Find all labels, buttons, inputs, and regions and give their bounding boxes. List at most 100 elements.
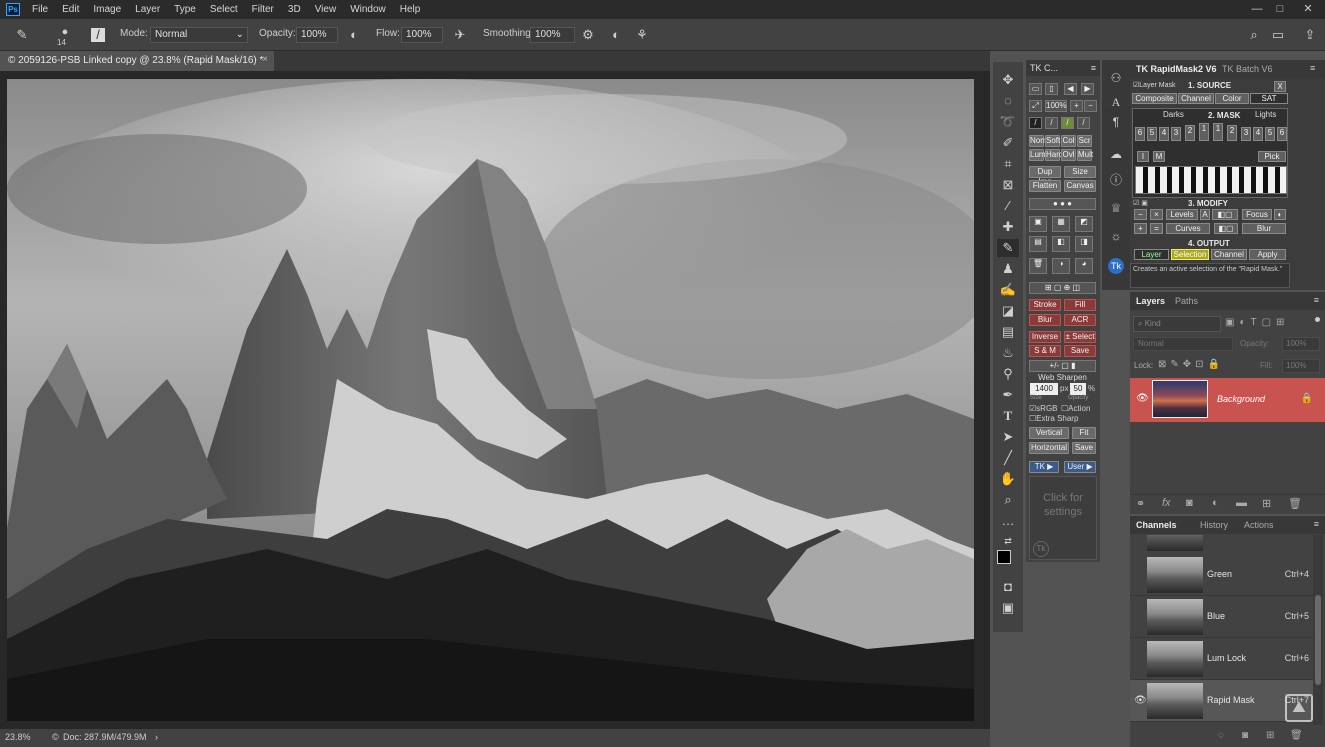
layer-icon-6[interactable]: ◨	[1075, 236, 1093, 252]
trash-icon[interactable]: 🗑	[1288, 497, 1302, 510]
layer-icon-5[interactable]: ◧	[1052, 236, 1070, 252]
history-brush-icon[interactable]: ✍	[997, 281, 1019, 299]
image-canvas[interactable]	[7, 79, 974, 721]
load-selection-icon[interactable]: ◌	[1218, 730, 1224, 741]
save-selection-icon[interactable]: ◙	[1242, 730, 1248, 741]
dark-1[interactable]: 1	[1199, 123, 1209, 141]
minimize-icon[interactable]: —	[1245, 0, 1269, 19]
close-tab-icon[interactable]: ×	[262, 54, 268, 65]
black-brush-icon[interactable]: /	[1029, 117, 1042, 129]
layer-icon-1[interactable]: ▣	[1029, 216, 1047, 232]
folder-icon[interactable]: ▬	[1236, 497, 1247, 509]
paragraph-icon[interactable]: ¶	[1108, 114, 1124, 130]
pin-icon[interactable]: ◕	[1075, 258, 1093, 274]
pick-button[interactable]: Pick	[1258, 151, 1286, 162]
frame-tool-icon[interactable]: ⊠	[997, 176, 1019, 194]
search-icon[interactable]: ⌕	[1246, 27, 1262, 43]
channel-row[interactable]: Green Ctrl+4	[1130, 554, 1313, 596]
layer-row-background[interactable]: 👁 Background 🔒	[1130, 378, 1325, 422]
horizontal-button[interactable]: Horizontal	[1029, 442, 1069, 454]
tab-actions[interactable]: Actions	[1244, 520, 1274, 530]
lasso-tool-icon[interactable]: ➰	[997, 113, 1019, 131]
menu-filter[interactable]: Filter	[252, 4, 274, 15]
document-tab[interactable]: © 2059126-PSB Linked copy @ 23.8% (Rapid…	[0, 51, 274, 71]
panel-menu-icon[interactable]: ≡	[1310, 63, 1315, 73]
menu-3d[interactable]: 3D	[288, 4, 301, 15]
light-2[interactable]: 2	[1227, 125, 1237, 141]
tab-history[interactable]: History	[1200, 520, 1228, 530]
menu-window[interactable]: Window	[350, 4, 386, 15]
screen-mode-icon[interactable]: ▣	[997, 599, 1019, 617]
quick-mask-icon[interactable]: ◘	[997, 578, 1019, 596]
layer-name[interactable]: Background	[1217, 394, 1265, 404]
blur-tool-icon[interactable]: ♨	[997, 344, 1019, 362]
dark-4[interactable]: 4	[1159, 127, 1169, 141]
zoom-level[interactable]: 23.8%	[5, 732, 31, 742]
plus-button[interactable]: +	[1134, 223, 1147, 234]
smoothing-field[interactable]: 100%	[530, 27, 575, 43]
output-layer-button[interactable]: Layer	[1134, 249, 1169, 260]
color-button[interactable]: Color	[1215, 93, 1249, 104]
fill-field[interactable]: 100%	[1282, 359, 1320, 373]
move-tool-icon[interactable]: ✥	[997, 71, 1019, 89]
fit-screen-icon[interactable]: ⤢	[1029, 100, 1042, 112]
menu-image[interactable]: Image	[93, 4, 121, 15]
output-selection-button[interactable]: Selection	[1171, 249, 1209, 260]
eye-icon[interactable]: 👁	[1136, 393, 1149, 404]
output-channel-button[interactable]: Channel	[1211, 249, 1247, 260]
share-icon[interactable]: ⇪	[1302, 27, 1318, 43]
mult-button[interactable]: Mult	[1077, 149, 1093, 161]
menu-help[interactable]: Help	[400, 4, 421, 15]
acr-button[interactable]: ACR	[1064, 314, 1096, 326]
s-and-m-button[interactable]: S & M	[1029, 345, 1061, 357]
brush-tool-icon[interactable]: ✎	[997, 239, 1019, 257]
gradient-tool-icon[interactable]: ▤	[997, 323, 1019, 341]
vertical-button[interactable]: Vertical	[1029, 427, 1069, 439]
focus-button[interactable]: Focus	[1242, 209, 1272, 220]
path-select-tool-icon[interactable]: ➤	[997, 428, 1019, 446]
norm-button[interactable]: Norm	[1029, 135, 1050, 147]
hand-tool-icon[interactable]: ✋	[997, 470, 1019, 488]
character-icon[interactable]: A	[1108, 94, 1124, 110]
opacity-field[interactable]: 100%	[296, 27, 338, 43]
opacity-field[interactable]: 100%	[1282, 337, 1320, 351]
light-6[interactable]: 6	[1277, 127, 1287, 141]
new-channel-icon[interactable]: ⊞	[1266, 730, 1274, 741]
apply-button[interactable]: Apply	[1249, 249, 1286, 260]
adjustments-icon[interactable]: ♕	[1108, 200, 1124, 216]
filter-kind-select[interactable]: ⌕ Kind	[1133, 316, 1221, 332]
blend-mode-select[interactable]: Normal	[1133, 337, 1233, 351]
zoom-tool-icon[interactable]: ⌕	[997, 491, 1019, 509]
link-icon[interactable]: ⚭	[1136, 497, 1145, 510]
layer-filter-icons[interactable]: ▣◐T▢⊞	[1225, 317, 1289, 328]
save-web-button[interactable]: Save	[1072, 442, 1096, 454]
light-5[interactable]: 5	[1265, 127, 1275, 141]
web-opacity-input[interactable]: 50	[1070, 383, 1086, 395]
trash-icon[interactable]: 🗑	[1290, 730, 1303, 741]
menu-layer[interactable]: Layer	[135, 4, 160, 15]
menu-view[interactable]: View	[315, 4, 337, 15]
light-3[interactable]: 3	[1241, 127, 1251, 141]
eye-icon[interactable]: 👁	[1134, 695, 1147, 706]
channel-row-partial[interactable]	[1130, 535, 1313, 553]
scr-button[interactable]: Scr	[1077, 135, 1092, 147]
healing-tool-icon[interactable]: ✚	[997, 218, 1019, 236]
light-4[interactable]: 4	[1253, 127, 1263, 141]
histogram-icon[interactable]: ⚇	[1108, 70, 1124, 86]
type-tool-icon[interactable]: T	[997, 407, 1019, 425]
sat-button[interactable]: SAT	[1250, 93, 1288, 104]
tab-channels[interactable]: Channels	[1136, 520, 1177, 530]
brush-tool-icon[interactable]: ✎	[14, 27, 30, 43]
layer-icon-4[interactable]: ▤	[1029, 236, 1047, 252]
col-button[interactable]: Col	[1061, 135, 1076, 147]
airbrush-icon[interactable]: ✈	[452, 27, 468, 43]
inverse-button[interactable]: Inverse	[1029, 331, 1061, 343]
prev-icon[interactable]: ◀	[1064, 83, 1077, 95]
menu-select[interactable]: Select	[210, 4, 238, 15]
soft-button[interactable]: Soft	[1045, 135, 1060, 147]
tool-strip[interactable]: ⊞ ▢ ⊕ ◫	[1029, 282, 1096, 294]
levels-button[interactable]: Levels	[1166, 209, 1198, 220]
fit-button[interactable]: Fit	[1072, 427, 1096, 439]
next-icon[interactable]: ▶	[1081, 83, 1094, 95]
settings-box[interactable]: Click for settings Tk	[1029, 476, 1097, 560]
